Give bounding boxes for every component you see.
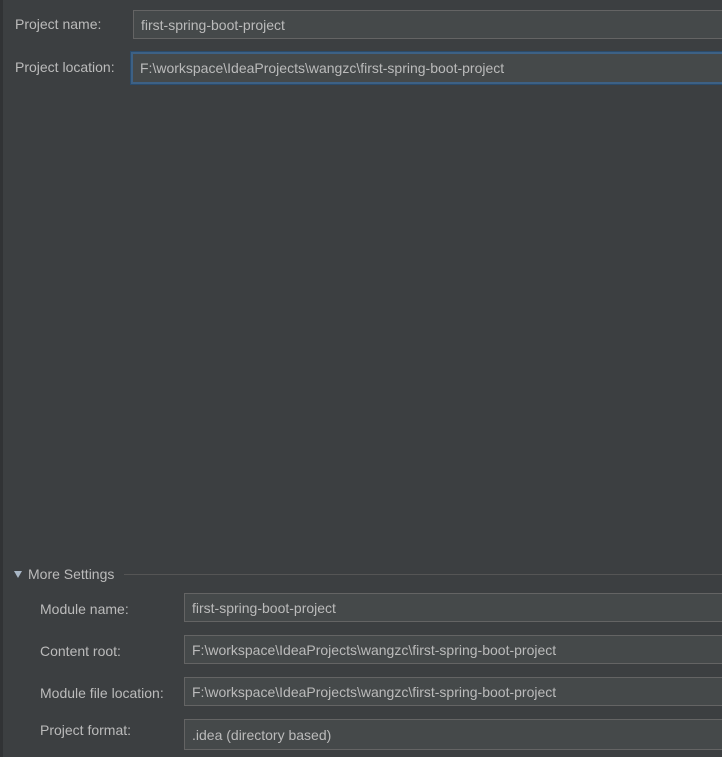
module-name-field[interactable]: first-spring-boot-project — [184, 593, 722, 622]
project-format-label-text: Project format: — [40, 722, 132, 738]
module-file-location-label: Module file location: — [40, 684, 164, 702]
project-name-label: Project name: — [15, 15, 101, 33]
more-settings-toggle[interactable]: More Settings — [14, 565, 114, 583]
project-format-label: Project format: — [40, 721, 131, 739]
project-name-label-text: Project name: — [15, 16, 102, 32]
content-root-value: F:\workspace\IdeaProjects\wangzc\first-s… — [192, 641, 557, 658]
project-location-field[interactable]: F:\workspace\IdeaProjects\wangzc\first-s… — [131, 52, 722, 84]
project-format-value: .idea (directory based) — [192, 726, 332, 743]
module-file-location-field[interactable]: F:\workspace\IdeaProjects\wangzc\first-s… — [184, 677, 722, 706]
content-root-field[interactable]: F:\workspace\IdeaProjects\wangzc\first-s… — [184, 635, 722, 664]
expanded-triangle-icon — [14, 571, 22, 578]
module-file-location-value: F:\workspace\IdeaProjects\wangzc\first-s… — [192, 683, 557, 700]
more-settings-divider — [124, 574, 722, 575]
project-location-label-text: Project location: — [15, 59, 115, 75]
content-root-label-text: Content root: — [40, 643, 121, 659]
module-name-value: first-spring-boot-project — [192, 599, 336, 616]
content-root-label: Content root: — [40, 642, 121, 660]
module-name-label-text: Module name: — [40, 601, 129, 617]
module-name-label: Module name: — [40, 600, 129, 618]
project-location-value: F:\workspace\IdeaProjects\wangzc\first-s… — [140, 60, 505, 76]
project-name-field[interactable]: first-spring-boot-project — [133, 10, 722, 39]
project-location-label: Project location: — [15, 58, 115, 76]
dialog-left-edge — [0, 0, 3, 757]
project-format-dropdown[interactable]: .idea (directory based) — [184, 719, 722, 750]
more-settings-title: More Settings — [28, 566, 115, 582]
project-name-value: first-spring-boot-project — [141, 16, 285, 33]
module-file-location-label-text: Module file location: — [40, 685, 164, 701]
